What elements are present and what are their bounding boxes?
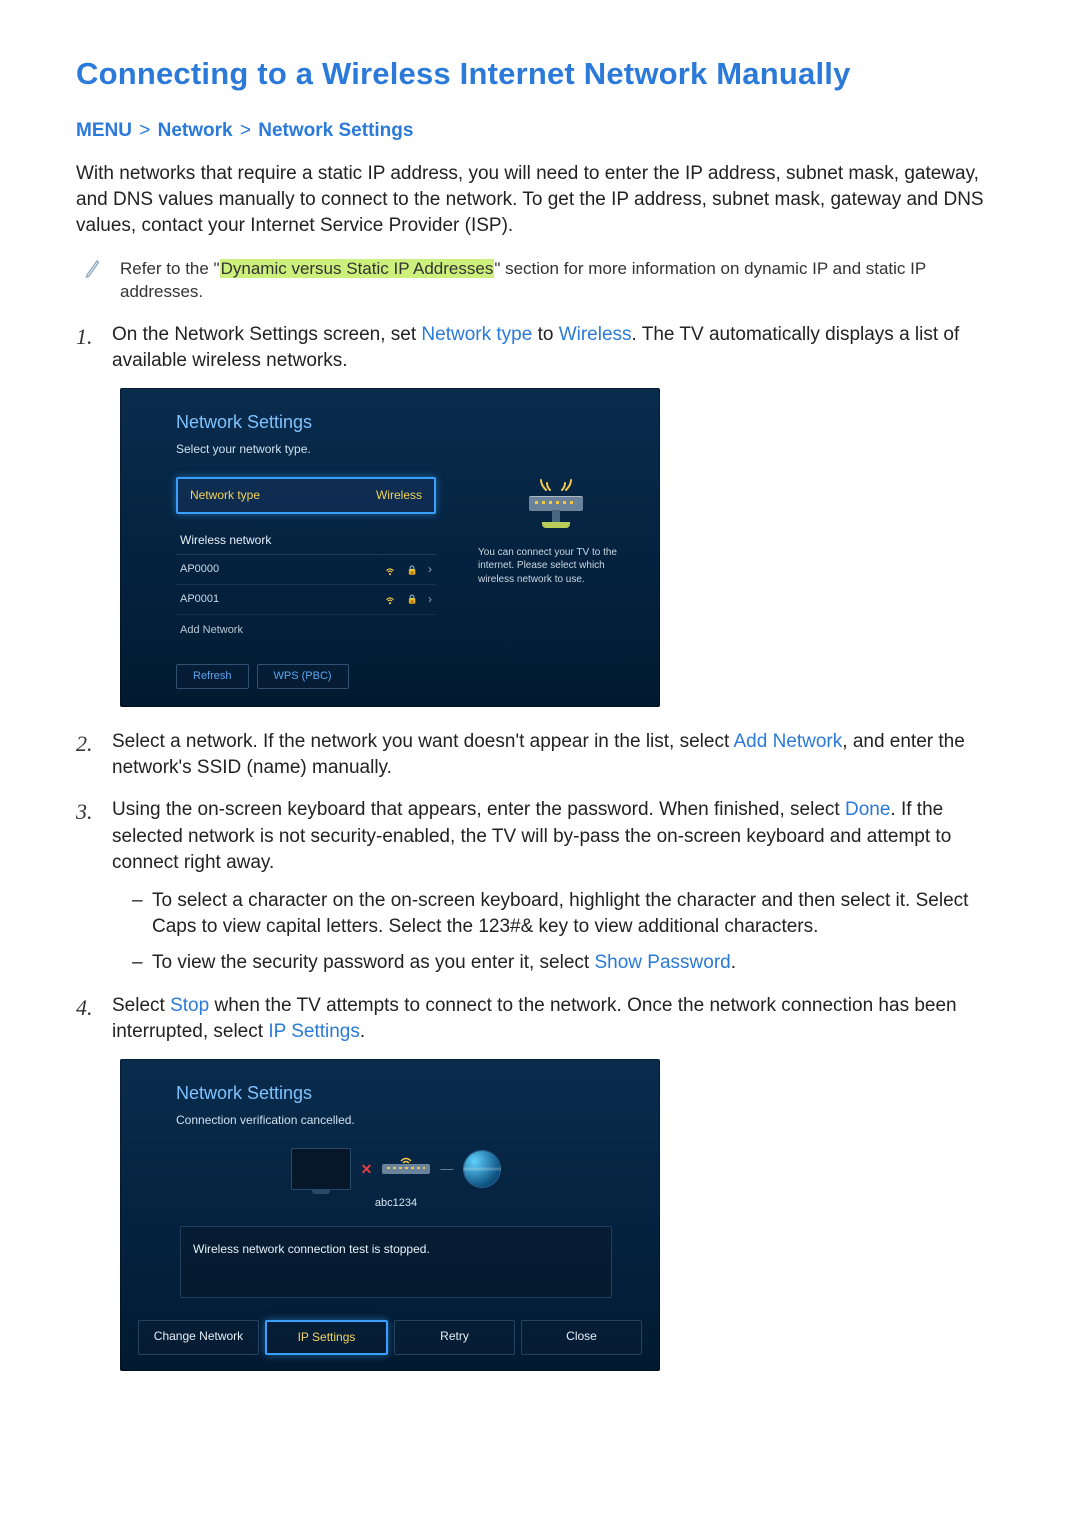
chevron-right-icon: › — [428, 591, 432, 608]
retry-button[interactable]: Retry — [394, 1320, 515, 1355]
wifi-signal-icon — [383, 563, 397, 577]
kw-stop: Stop — [170, 995, 209, 1016]
wifi-network-item[interactable]: AP0001 🔒 › — [176, 585, 436, 615]
help-text: You can connect your TV to the internet.… — [476, 546, 636, 587]
refresh-button[interactable]: Refresh — [176, 664, 249, 689]
close-button[interactable]: Close — [521, 1320, 642, 1355]
step-3: Using the on-screen keyboard that appear… — [76, 797, 1004, 976]
step-1: On the Network Settings screen, set Netw… — [76, 322, 1004, 707]
kw-show-password: Show Password — [594, 952, 730, 973]
note-link[interactable]: Dynamic versus Static IP Addresses — [220, 259, 495, 278]
step-3-sub-1: To select a character on the on-screen k… — [132, 888, 1004, 940]
lock-icon: 🔒 — [407, 564, 418, 576]
network-type-selector[interactable]: Network type Wireless — [176, 477, 436, 514]
intro-text: With networks that require a static IP a… — [76, 161, 1004, 240]
panel-title: Network Settings — [176, 410, 616, 435]
wifi-network-item[interactable]: AP0000 🔒 › — [176, 555, 436, 585]
chevron-right-icon: > — [139, 120, 150, 141]
lock-icon: 🔒 — [407, 593, 418, 605]
screenshot-connection-cancelled: Network Settings Connection verification… — [120, 1059, 660, 1371]
x-fail-icon: ✕ — [361, 1160, 373, 1179]
breadcrumb-network[interactable]: Network — [158, 120, 233, 141]
wifi-ssid: AP0000 — [180, 562, 219, 577]
connected-ssid: abc1234 — [176, 1196, 616, 1211]
router-icon — [382, 1154, 430, 1184]
page-title: Connecting to a Wireless Internet Networ… — [76, 56, 1004, 92]
wifi-ssid: AP0001 — [180, 592, 219, 607]
screenshot-network-settings-list: Network Settings Select your network typ… — [120, 388, 660, 707]
globe-icon — [463, 1150, 501, 1188]
kw-ip-settings: IP Settings — [268, 1021, 360, 1042]
panel-subtitle: Connection verification cancelled. — [176, 1112, 616, 1129]
panel-title: Network Settings — [176, 1081, 616, 1106]
note-text: Refer to the "Dynamic versus Static IP A… — [120, 258, 1004, 304]
breadcrumb-network-settings[interactable]: Network Settings — [258, 120, 413, 141]
network-type-value: Wireless — [376, 487, 422, 504]
tv-icon — [291, 1148, 351, 1190]
breadcrumb: MENU > Network > Network Settings — [76, 120, 1004, 142]
step-2: Select a network. If the network you wan… — [76, 729, 1004, 781]
kw-done: Done — [845, 799, 890, 820]
chevron-right-icon: › — [428, 561, 432, 578]
chevron-right-icon: > — [240, 120, 251, 141]
change-network-button[interactable]: Change Network — [138, 1320, 259, 1355]
wps-pbc-button[interactable]: WPS (PBC) — [257, 664, 349, 689]
step-4: Select Stop when the TV attempts to conn… — [76, 993, 1004, 1371]
step-3-sub-2: To view the security password as you ent… — [132, 950, 1004, 976]
network-type-label: Network type — [190, 487, 260, 504]
wireless-network-header: Wireless network — [176, 532, 436, 556]
ip-settings-button[interactable]: IP Settings — [265, 1320, 388, 1355]
router-illustration — [476, 478, 636, 536]
pencil-note-icon — [84, 258, 100, 278]
kw-network-type: Network type — [421, 324, 532, 345]
connection-diagram: ✕ — — [176, 1148, 616, 1190]
kw-add-network: Add Network — [733, 731, 842, 752]
breadcrumb-menu[interactable]: MENU — [76, 120, 132, 141]
status-message: Wireless network connection test is stop… — [180, 1226, 612, 1299]
add-network-item[interactable]: Add Network — [176, 615, 436, 642]
wifi-signal-icon — [383, 592, 397, 606]
kw-wireless: Wireless — [559, 324, 632, 345]
panel-subtitle: Select your network type. — [176, 441, 616, 458]
